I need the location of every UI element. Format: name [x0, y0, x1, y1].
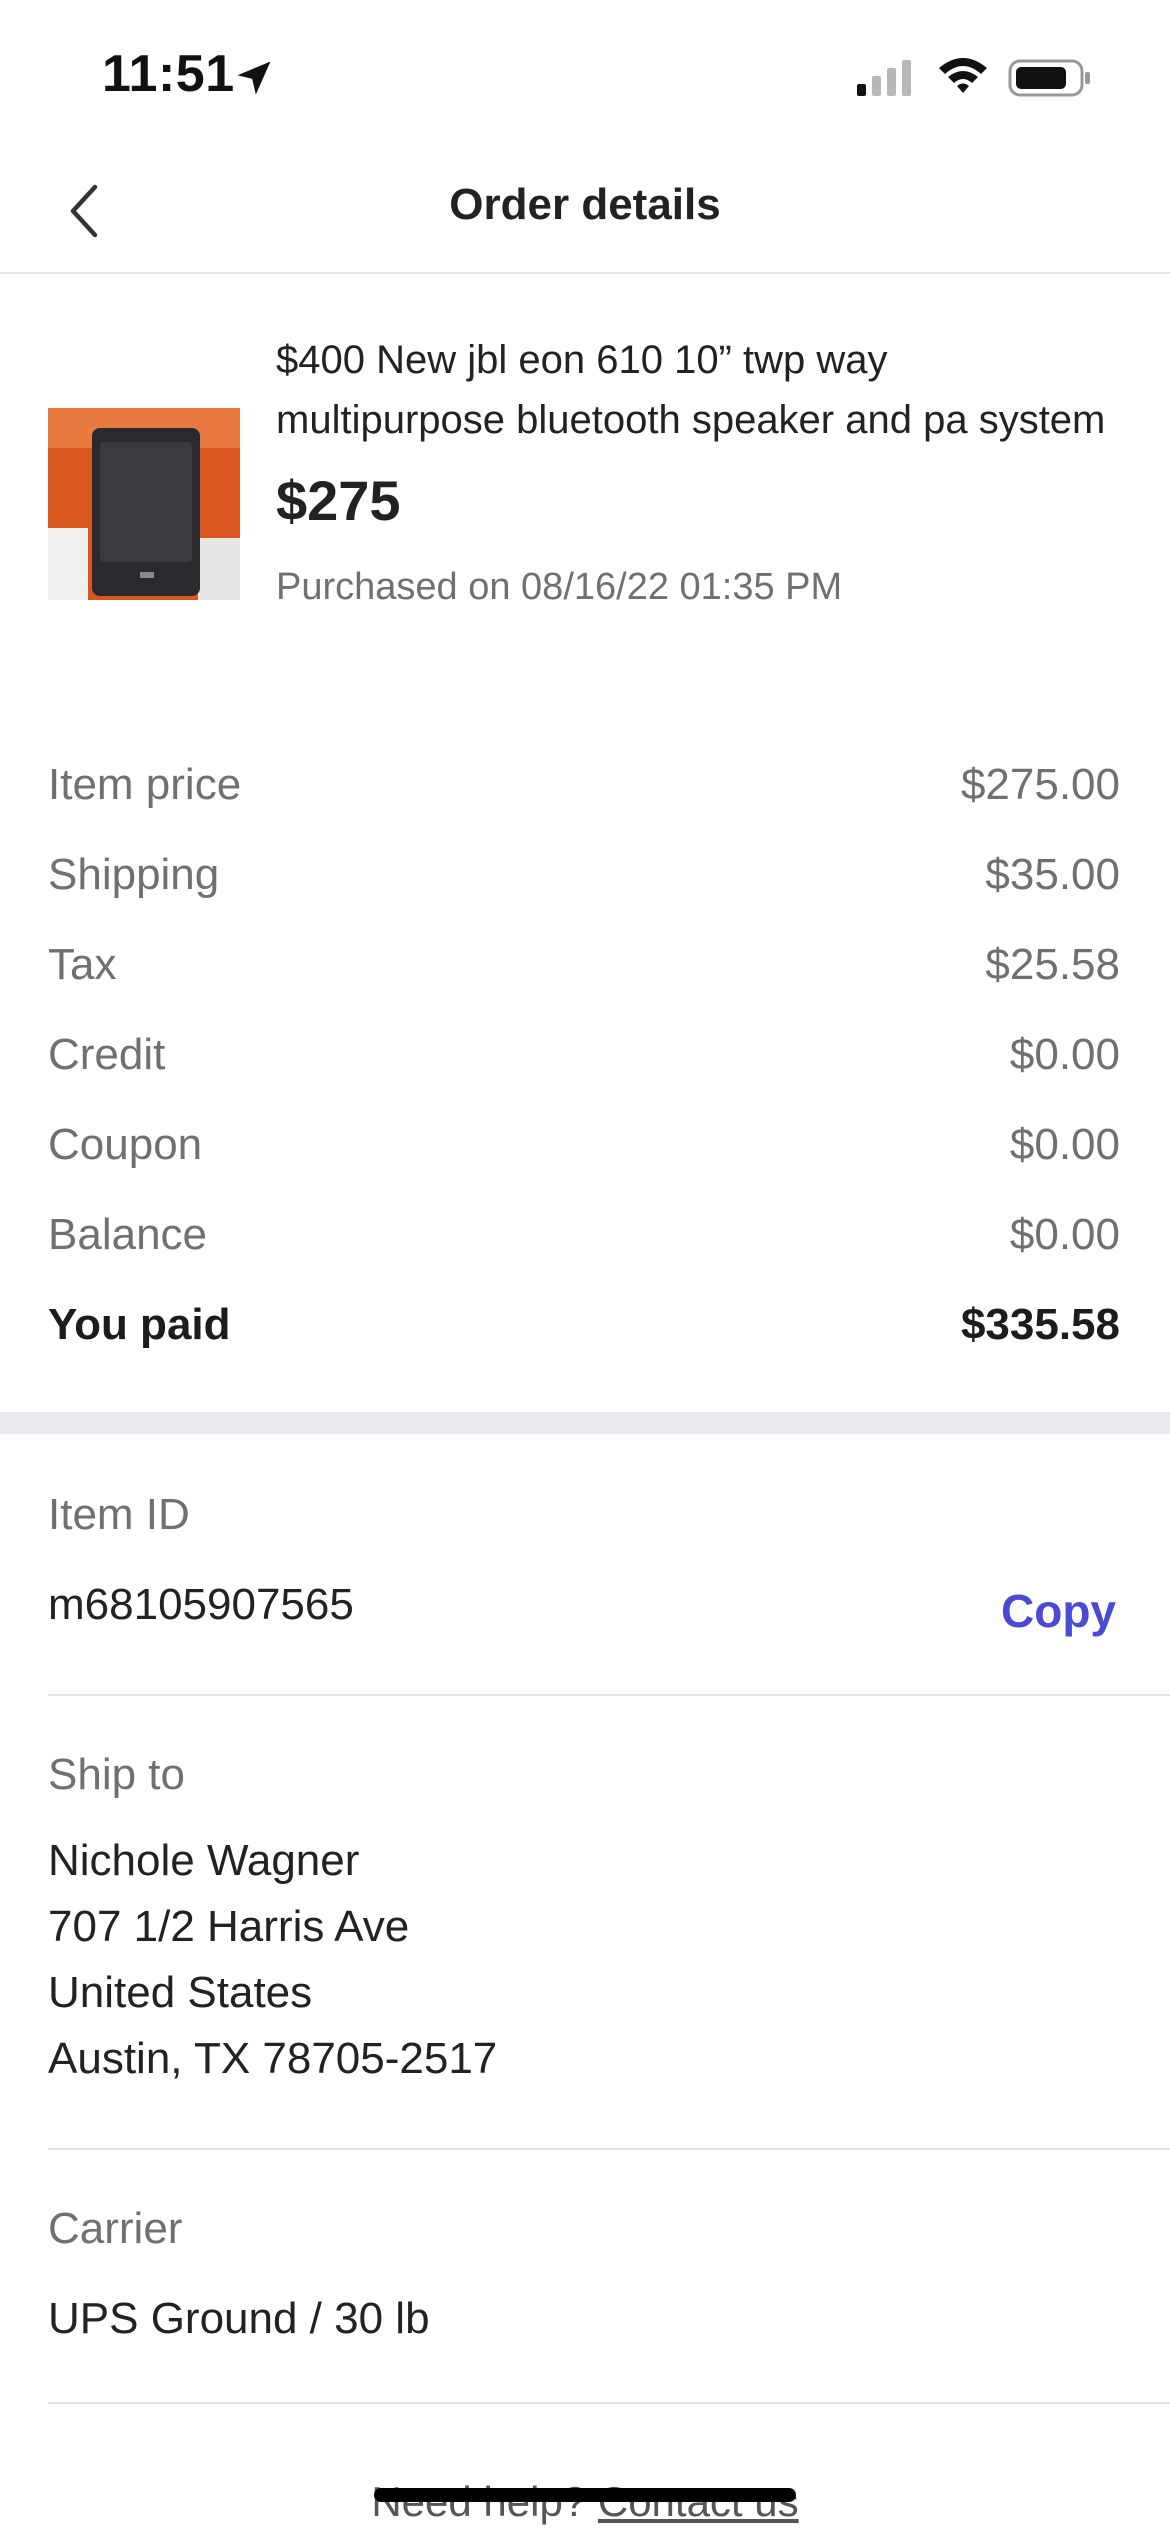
breakdown-row-total: You paid $335.58: [48, 1280, 1120, 1370]
item-id-label: Item ID: [48, 1490, 190, 1539]
breakdown-row-coupon: Coupon $0.00: [48, 1100, 1120, 1190]
divider: [48, 2402, 1170, 2404]
speaker-image: [48, 408, 240, 600]
address-name: Nichole Wagner: [48, 1836, 360, 1885]
breakdown-row-tax: Tax $25.58: [48, 920, 1120, 1010]
address-street: 707 1/2 Harris Ave: [48, 1902, 410, 1951]
order-details-screen: 11:51 Order details $400 New jbl eon 610…: [0, 0, 1170, 2532]
status-bar: 11:51: [0, 0, 1170, 150]
nav-bar: Order details: [0, 150, 1170, 274]
ship-to-address: Nichole Wagner 707 1/2 Harris Ave United…: [48, 1828, 1170, 2092]
carrier-label: Carrier: [48, 2204, 183, 2253]
cellular-signal-icon: [857, 60, 911, 96]
breakdown-value: $0.00: [1009, 1120, 1120, 1169]
breakdown-value: $0.00: [1009, 1210, 1120, 1259]
price-breakdown: Item price $275.00 Shipping $35.00 Tax $…: [48, 740, 1120, 1370]
breakdown-label: Coupon: [48, 1120, 203, 1169]
location-arrow-icon: [237, 61, 271, 95]
breakdown-row-credit: Credit $0.00: [48, 1010, 1120, 1100]
status-time: 11:51: [102, 45, 235, 103]
breakdown-label: Shipping: [48, 850, 220, 899]
carrier-value: UPS Ground / 30 lb: [48, 2294, 430, 2343]
ship-to-section: Ship to Nichole Wagner 707 1/2 Harris Av…: [48, 1750, 1170, 2092]
breakdown-value: $275.00: [960, 760, 1120, 809]
home-indicator[interactable]: [374, 2488, 796, 2502]
breakdown-label: Tax: [48, 940, 117, 989]
divider: [48, 1694, 1170, 1696]
battery-icon: [1008, 59, 1090, 97]
address-country: United States: [48, 1968, 313, 2017]
breakdown-label: Item price: [48, 760, 242, 809]
breakdown-value: $35.00: [985, 850, 1120, 899]
section-divider: [0, 1412, 1170, 1434]
help-footer: Need help? Contact us: [0, 2478, 1170, 2526]
breakdown-value: $25.58: [985, 940, 1120, 989]
breakdown-label: Credit: [48, 1030, 166, 1079]
wifi-icon: [939, 58, 987, 93]
item-price: $275: [276, 469, 401, 532]
item-info: $400 New jbl eon 610 10” twp way multipu…: [276, 330, 1116, 612]
breakdown-row-balance: Balance $0.00: [48, 1190, 1120, 1280]
total-label: You paid: [48, 1300, 231, 1349]
breakdown-value: $0.00: [1009, 1030, 1120, 1079]
purchase-date: Purchased on 08/16/22 01:35 PM: [276, 566, 843, 608]
total-value: $335.58: [960, 1300, 1120, 1349]
copy-button[interactable]: Copy: [1001, 1584, 1116, 1638]
item-title[interactable]: $400 New jbl eon 610 10” twp way multipu…: [276, 330, 1116, 450]
breakdown-row-shipping: Shipping $35.00: [48, 830, 1120, 920]
breakdown-row-item-price: Item price $275.00: [48, 740, 1120, 830]
carrier-section: Carrier UPS Ground / 30 lb: [48, 2204, 1170, 2344]
page-title: Order details: [449, 180, 721, 229]
ship-to-label: Ship to: [48, 1750, 185, 1799]
item-thumbnail[interactable]: [48, 408, 240, 600]
address-city: Austin, TX 78705-2517: [48, 2034, 498, 2083]
breakdown-label: Balance: [48, 1210, 208, 1259]
divider: [48, 2148, 1170, 2150]
